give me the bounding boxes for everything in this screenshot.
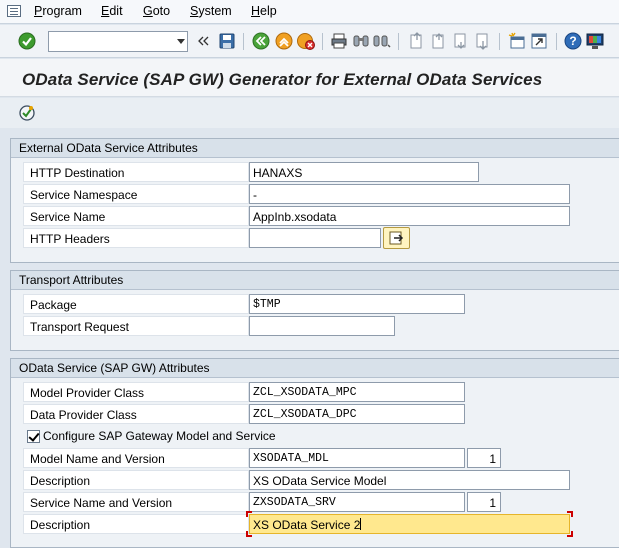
data-provider-class-field[interactable]: ZCL_XSODATA_DPC	[249, 404, 465, 424]
toolbar-separator	[243, 33, 244, 50]
transport-attributes-group: Transport Attributes Package $TMP Transp…	[10, 270, 619, 351]
model-name-version-label: Model Name and Version	[23, 448, 249, 468]
menu-help[interactable]: Help	[251, 4, 277, 18]
transport-request-label: Transport Request	[23, 316, 249, 336]
model-provider-class-field[interactable]: ZCL_XSODATA_MPC	[249, 382, 465, 402]
external-odata-attributes-group: External OData Service Attributes HTTP D…	[10, 138, 619, 263]
execute-icon[interactable]	[18, 104, 36, 122]
first-page-icon[interactable]	[408, 32, 426, 50]
service-name-gw-field[interactable]: ZXSODATA_SRV	[249, 492, 465, 512]
transport-request-field[interactable]	[249, 316, 395, 336]
http-headers-edit-button[interactable]	[383, 227, 410, 249]
last-page-icon[interactable]	[474, 32, 492, 50]
http-destination-field[interactable]: HANAXS	[249, 162, 479, 182]
model-version-field[interactable]: 1	[467, 448, 501, 468]
required-marker	[567, 531, 573, 537]
package-field[interactable]: $TMP	[249, 294, 465, 314]
command-field[interactable]	[48, 31, 188, 52]
service-namespace-field[interactable]: -	[249, 184, 570, 204]
previous-page-icon[interactable]	[430, 32, 448, 50]
svg-text:?: ?	[569, 34, 576, 48]
create-session-icon[interactable]	[508, 32, 526, 50]
service-name-label: Service Name	[23, 206, 249, 226]
shortcut-icon[interactable]	[530, 32, 548, 50]
http-headers-field[interactable]	[249, 228, 381, 248]
required-marker	[246, 511, 252, 517]
http-headers-label: HTTP Headers	[23, 228, 249, 248]
arrow-right-icon	[389, 231, 404, 245]
group-header: OData Service (SAP GW) Attributes	[11, 359, 619, 378]
package-label: Package	[23, 294, 249, 314]
required-marker	[567, 511, 573, 517]
toolbar-separator	[499, 33, 500, 50]
chevron-down-icon[interactable]	[177, 39, 185, 44]
double-chevron-left-icon[interactable]	[197, 32, 209, 50]
toolbar-separator	[556, 33, 557, 50]
data-provider-class-label: Data Provider Class	[23, 404, 249, 424]
group-header: External OData Service Attributes	[11, 139, 619, 158]
page-title: OData Service (SAP GW) Generator for Ext…	[22, 70, 543, 89]
title-area: OData Service (SAP GW) Generator for Ext…	[0, 59, 619, 97]
service-version-field[interactable]: 1	[467, 492, 501, 512]
standard-toolbar: ?	[0, 25, 619, 58]
http-destination-label: HTTP Destination	[23, 162, 249, 182]
cancel-icon[interactable]	[297, 32, 315, 50]
odata-service-attributes-group: OData Service (SAP GW) Attributes Model …	[10, 358, 619, 548]
model-name-field[interactable]: XSODATA_MDL	[249, 448, 465, 468]
menu-bar: Program Edit Goto System Help	[0, 0, 619, 24]
menu-edit[interactable]: Edit	[101, 4, 123, 18]
menu-system[interactable]: System	[190, 4, 232, 18]
toolbar-separator	[322, 33, 323, 50]
service-description-label: Description	[23, 514, 249, 534]
customize-layout-icon[interactable]	[586, 32, 604, 50]
exit-icon[interactable]	[275, 32, 293, 50]
group-header: Transport Attributes	[11, 271, 619, 290]
required-marker	[246, 531, 252, 537]
enter-check-icon[interactable]	[18, 32, 36, 50]
print-icon[interactable]	[330, 32, 348, 50]
find-icon[interactable]	[352, 32, 370, 50]
service-namespace-label: Service Namespace	[23, 184, 249, 204]
service-name-version-label: Service Name and Version	[23, 492, 249, 512]
service-description-field[interactable]: XS OData Service 2	[249, 514, 570, 534]
model-provider-class-label: Model Provider Class	[23, 382, 249, 402]
service-name-field[interactable]: AppInb.xsodata	[249, 206, 570, 226]
next-page-icon[interactable]	[452, 32, 470, 50]
configure-gateway-checkbox[interactable]	[27, 430, 40, 443]
toolbar-separator	[398, 33, 399, 50]
application-toolbar	[0, 98, 619, 128]
menu-goto[interactable]: Goto	[143, 4, 170, 18]
find-next-icon[interactable]	[373, 32, 391, 50]
sap-gui-menu-icon[interactable]	[7, 5, 21, 17]
configure-gateway-label: Configure SAP Gateway Model and Service	[43, 429, 276, 443]
save-icon[interactable]	[218, 32, 236, 50]
model-description-field[interactable]: XS OData Service Model	[249, 470, 570, 490]
back-icon[interactable]	[252, 32, 270, 50]
menu-program[interactable]: Program	[34, 4, 82, 18]
help-icon[interactable]: ?	[564, 32, 582, 50]
model-description-label: Description	[23, 470, 249, 490]
